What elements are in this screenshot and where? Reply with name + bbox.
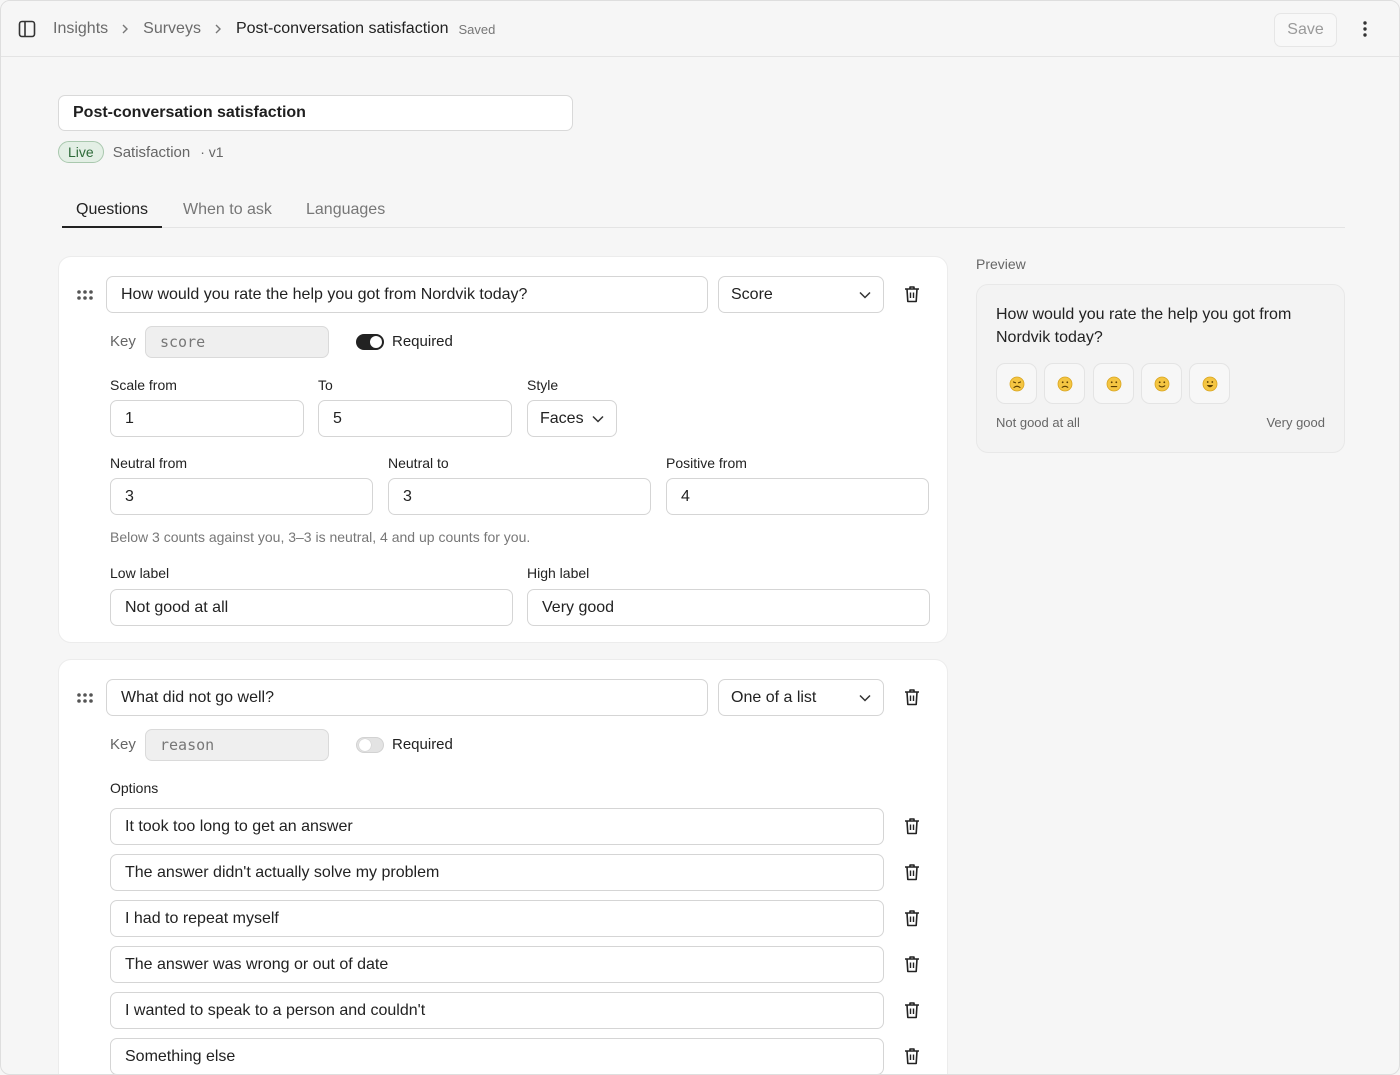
high-label-input[interactable]: Very good: [527, 589, 930, 626]
slightly-happy-face-icon[interactable]: [1141, 363, 1182, 404]
question-type-select[interactable]: Score: [718, 276, 884, 313]
toggle-knob: [359, 739, 371, 751]
survey-meta: Live Satisfaction · v1: [58, 141, 224, 163]
preview-question: How would you rate the help you got from…: [996, 306, 1292, 346]
unhappy-face-icon[interactable]: [1044, 363, 1085, 404]
key-label: Key: [110, 736, 136, 753]
tab-questions[interactable]: Questions: [62, 193, 162, 228]
delete-option-icon[interactable]: [904, 1001, 920, 1019]
survey-title-input[interactable]: Post-conversation satisfaction: [58, 95, 573, 131]
survey-version: · v1: [200, 144, 224, 160]
breadcrumb-surveys[interactable]: Surveys: [143, 20, 201, 38]
scale-to-input[interactable]: 5: [318, 400, 512, 437]
key-input: score: [145, 326, 329, 358]
options-label: Options: [110, 780, 159, 796]
more-options-icon[interactable]: [1357, 20, 1373, 38]
delete-question-icon[interactable]: [904, 285, 920, 303]
option-input[interactable]: Something else: [110, 1038, 884, 1074]
preview-high-label: Very good: [1266, 415, 1325, 430]
chevron-down-icon: [592, 415, 604, 423]
style-value: Faces: [540, 409, 584, 427]
breadcrumb-current: Post-conversation satisfaction: [235, 20, 449, 37]
preview-heading: Preview: [976, 256, 1026, 272]
neutral-to-input[interactable]: 3: [388, 478, 651, 515]
breadcrumb: Insights Surveys Post-conversation satis…: [53, 1, 495, 57]
option-input[interactable]: The answer didn't actually solve my prob…: [110, 854, 884, 891]
neutral-from-label: Neutral from: [110, 455, 188, 471]
app-window: Insights Surveys Post-conversation satis…: [0, 0, 1400, 1075]
chevron-down-icon: [859, 694, 871, 702]
saved-status: Saved: [458, 21, 496, 37]
neutral-to-label: Neutral to: [388, 455, 449, 471]
key-label: Key: [110, 333, 136, 350]
neutral-face-icon[interactable]: [1093, 363, 1134, 404]
key-input: reason: [145, 729, 329, 761]
drag-handle-icon[interactable]: [76, 692, 94, 704]
positive-from-input[interactable]: 4: [666, 478, 929, 515]
delete-option-icon[interactable]: [904, 955, 920, 973]
low-label-label: Low label: [110, 565, 170, 581]
required-toggle[interactable]: [356, 334, 384, 350]
question-type-select[interactable]: One of a list: [718, 679, 884, 716]
top-bar: Insights Surveys Post-conversation satis…: [1, 1, 1399, 57]
option-input[interactable]: It took too long to get an answer: [110, 808, 884, 845]
preview-card: How would you rate the help you got from…: [976, 284, 1345, 453]
chevron-right-icon: [122, 24, 129, 34]
question-type-value: One of a list: [731, 688, 817, 706]
low-label-input[interactable]: Not good at all: [110, 589, 513, 626]
style-label: Style: [527, 377, 559, 393]
tab-languages[interactable]: Languages: [306, 193, 385, 228]
delete-option-icon[interactable]: [904, 1047, 920, 1065]
very-unhappy-face-icon[interactable]: [996, 363, 1037, 404]
preview-low-label: Not good at all: [996, 415, 1080, 430]
chevron-right-icon: [215, 24, 221, 34]
scale-from-input[interactable]: 1: [110, 400, 304, 437]
question-type-value: Score: [731, 285, 773, 303]
option-input[interactable]: The answer was wrong or out of date: [110, 946, 884, 983]
option-input[interactable]: I had to repeat myself: [110, 900, 884, 937]
delete-option-icon[interactable]: [904, 817, 920, 835]
question-card-list: What did not go well? One of a list Key …: [58, 659, 948, 1074]
question-card-score: How would you rate the help you got from…: [58, 256, 948, 643]
positive-from-label: Positive from: [666, 455, 747, 471]
chevron-down-icon: [859, 291, 871, 299]
scale-from-label: Scale from: [110, 377, 177, 393]
scale-to-label: To: [318, 377, 333, 393]
delete-question-icon[interactable]: [904, 688, 920, 706]
high-label-label: High label: [527, 565, 590, 581]
option-input[interactable]: I wanted to speak to a person and couldn…: [110, 992, 884, 1029]
required-toggle[interactable]: [356, 737, 384, 753]
question-text-input[interactable]: What did not go well?: [106, 679, 708, 716]
sidebar-toggle-icon[interactable]: [18, 20, 36, 38]
style-select[interactable]: Faces: [527, 400, 617, 437]
status-badge: Live: [58, 141, 104, 163]
delete-option-icon[interactable]: [904, 863, 920, 881]
required-label: Required: [392, 333, 453, 350]
breadcrumb-insights[interactable]: Insights: [53, 20, 108, 38]
threshold-hint: Below 3 counts against you, 3–3 is neutr…: [110, 529, 531, 545]
neutral-from-input[interactable]: 3: [110, 478, 373, 515]
tab-when-to-ask[interactable]: When to ask: [183, 193, 272, 228]
toggle-knob: [370, 336, 382, 348]
drag-handle-icon[interactable]: [76, 289, 94, 301]
question-text-input[interactable]: How would you rate the help you got from…: [106, 276, 708, 313]
save-button[interactable]: Save: [1274, 13, 1337, 47]
happy-face-icon[interactable]: [1189, 363, 1230, 404]
delete-option-icon[interactable]: [904, 909, 920, 927]
tab-bar: Questions When to ask Languages: [62, 193, 1345, 228]
survey-category: Satisfaction: [112, 143, 191, 161]
required-label: Required: [392, 736, 453, 753]
